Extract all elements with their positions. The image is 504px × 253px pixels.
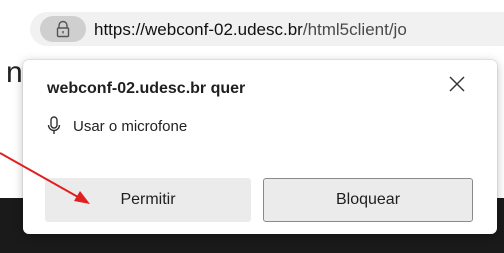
microphone-icon xyxy=(47,116,61,134)
permission-row: Usar o microfone xyxy=(47,116,187,136)
close-icon xyxy=(449,76,465,92)
url-path: /html5client/jo xyxy=(302,20,407,39)
permission-popup: webconf-02.udesc.br quer Usar o microfon… xyxy=(23,60,497,234)
popup-title: webconf-02.udesc.br quer xyxy=(47,80,246,97)
background-page-text-fragment: n xyxy=(6,56,23,89)
url-text[interactable]: https://webconf-02.udesc.br/html5client/… xyxy=(94,20,407,40)
block-button[interactable]: Bloquear xyxy=(263,178,473,222)
url-host: https://webconf-02.udesc.br xyxy=(94,20,303,39)
lock-icon xyxy=(56,20,70,38)
site-info-button[interactable] xyxy=(40,16,86,42)
address-bar[interactable]: https://webconf-02.udesc.br/html5client/… xyxy=(30,12,504,46)
allow-button[interactable]: Permitir xyxy=(45,178,251,222)
close-button[interactable] xyxy=(443,70,471,98)
permission-label: Usar o microfone xyxy=(73,117,188,135)
